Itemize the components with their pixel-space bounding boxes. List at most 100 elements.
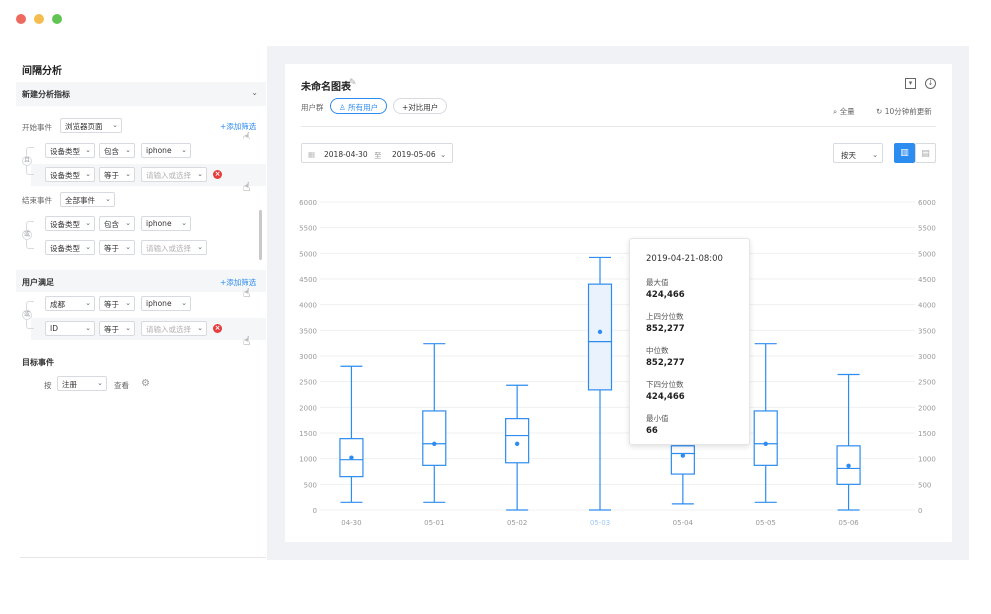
- user-cond-label: 用户满足: [22, 278, 54, 287]
- tooltip-label: 下四分位数: [646, 380, 684, 389]
- start-event-label: 开始事件: [22, 123, 52, 132]
- y-tick-label-left: 1500: [299, 430, 317, 438]
- end-event-label: 结束事件: [22, 196, 52, 205]
- user-add-filter-link[interactable]: +添加筛选: [220, 277, 256, 288]
- panel-scrollbar[interactable]: [259, 210, 262, 260]
- start-event-select[interactable]: 浏览器页面 ⌄: [60, 118, 122, 133]
- y-tick-label-left: 4500: [299, 276, 317, 284]
- y-tick-label-right: 2500: [918, 379, 936, 387]
- y-tick-label-left: 0: [313, 507, 317, 515]
- y-tick-label-right: 2000: [918, 404, 936, 412]
- minimize-dot[interactable]: [34, 14, 44, 24]
- x-tick-label: 05-02: [507, 519, 527, 527]
- start-add-filter-link[interactable]: +添加筛选: [220, 121, 256, 132]
- box-mean-dot: [514, 441, 520, 446]
- filter-value-input[interactable]: 请输入或选择 ⌄: [141, 167, 207, 182]
- y-tick-label-left: 1000: [299, 456, 317, 464]
- new-metric-label: 新建分析指标: [22, 90, 70, 99]
- maximize-dot[interactable]: [52, 14, 62, 24]
- chart-tooltip: 2019-04-21-08:00 最大值 424,466 上四分位数 852,2…: [629, 238, 750, 445]
- box-mean-dot: [597, 329, 603, 335]
- x-tick-label: 05-05: [756, 519, 776, 527]
- filter-op-select[interactable]: 等于 ⌄: [99, 167, 135, 182]
- target-event-select[interactable]: 注册 ⌄: [57, 376, 107, 391]
- y-tick-label-right: 1000: [918, 456, 936, 464]
- box-mean-dot: [846, 463, 851, 469]
- box-plot-chart: 0 0 500 500 1000 1000 1500 1500 2000 2000 2500 2500…: [299, 199, 936, 527]
- box-mean-dot: [349, 455, 354, 460]
- hand-cursor-icon: ☝: [243, 334, 251, 348]
- window-controls: [16, 14, 62, 24]
- x-tick-label: 05-04: [673, 519, 694, 527]
- y-tick-label-right: 3000: [918, 353, 936, 361]
- app-window: 间隔分析 新建分析指标 ⌄ 开始事件 浏览器页面 ⌄ +添加筛选 ☝ 且 设备类型…: [0, 0, 991, 614]
- filter-op-select[interactable]: 等于 ⌄: [99, 296, 135, 311]
- filter-value-input[interactable]: 请输入或选择 ⌄: [141, 321, 207, 336]
- filter-op-select[interactable]: 等于 ⌄: [99, 321, 135, 336]
- y-tick-label-left: 2500: [299, 379, 317, 387]
- tooltip-label: 最大值: [646, 278, 669, 287]
- gear-icon[interactable]: ⚙: [141, 378, 150, 389]
- view-label: 查看: [114, 381, 129, 390]
- new-metric-section[interactable]: 新建分析指标 ⌄: [16, 82, 266, 106]
- y-tick-label-right: 5500: [918, 225, 936, 233]
- tooltip-title: 2019-04-21-08:00: [646, 254, 723, 264]
- chart-card: 未命名图表 ✎ ▾ ↓ 用户群 ♙ 所有用户 +对比用户 ⌕ 全量 ↻ 10分钟…: [285, 64, 952, 542]
- x-tick-label: 04-30: [341, 519, 361, 527]
- target-event-label: 目标事件: [22, 358, 54, 367]
- filter-op-select[interactable]: 包含 ⌄: [99, 143, 135, 158]
- tooltip-label: 最小值: [646, 414, 669, 423]
- filter-prop-select[interactable]: 设备类型 ⌄: [45, 240, 95, 255]
- tooltip-value: 852,277: [646, 324, 685, 334]
- by-label: 按: [44, 381, 52, 390]
- y-tick-label-right: 5000: [918, 250, 936, 258]
- y-tick-label-right: 0: [918, 507, 922, 515]
- x-tick-label: 05-01: [424, 519, 444, 527]
- box-iqr: [505, 418, 530, 464]
- chevron-down-icon[interactable]: ⌄: [251, 88, 258, 97]
- or-badge[interactable]: 或: [22, 230, 32, 240]
- y-tick-label-left: 5500: [299, 225, 317, 233]
- tooltip-value: 424,466: [646, 392, 685, 402]
- y-tick-label-right: 6000: [918, 199, 936, 207]
- x-tick-label: 05-06: [838, 519, 859, 527]
- filter-prop-select[interactable]: ID ⌄: [45, 321, 95, 336]
- y-tick-label-left: 500: [304, 481, 317, 489]
- box-mean-dot: [680, 453, 686, 458]
- remove-filter-icon[interactable]: ×: [213, 170, 222, 179]
- hand-cursor-icon: ☝: [243, 180, 251, 194]
- or-badge[interactable]: 或: [22, 310, 32, 320]
- tooltip-label: 上四分位数: [646, 312, 684, 321]
- hand-cursor-icon: ☝: [243, 286, 251, 300]
- filter-value-select[interactable]: iphone ⌄: [141, 143, 191, 158]
- y-tick-label-left: 3500: [299, 327, 317, 335]
- y-tick-label-right: 1500: [918, 430, 936, 438]
- filter-prop-select[interactable]: 成都 ⌄: [45, 296, 95, 311]
- box-iqr: [587, 283, 613, 391]
- filter-value-input[interactable]: 请输入或选择 ⌄: [141, 240, 207, 255]
- remove-filter-icon[interactable]: ×: [213, 324, 222, 333]
- box-mean-dot: [763, 441, 768, 446]
- tooltip-label: 中位数: [646, 346, 669, 355]
- end-event-select[interactable]: 全部事件 ⌄: [60, 192, 115, 207]
- filter-prop-select[interactable]: 设备类型 ⌄: [45, 143, 95, 158]
- filter-prop-select[interactable]: 设备类型 ⌄: [45, 167, 95, 182]
- filter-value-select[interactable]: iphone ⌄: [141, 296, 191, 311]
- box-iqr: [422, 410, 447, 466]
- filter-value-select[interactable]: iphone ⌄: [141, 216, 191, 231]
- close-dot[interactable]: [16, 14, 26, 24]
- y-tick-label-left: 3000: [299, 353, 317, 361]
- y-tick-label-left: 6000: [299, 199, 317, 207]
- filter-op-select[interactable]: 包含 ⌄: [99, 216, 135, 231]
- box-iqr: [670, 445, 695, 475]
- y-tick-label-right: 3500: [918, 327, 936, 335]
- tooltip-value: 66: [646, 426, 658, 436]
- filter-op-select[interactable]: 等于 ⌄: [99, 240, 135, 255]
- filter-prop-select[interactable]: 设备类型 ⌄: [45, 216, 95, 231]
- y-tick-label-right: 4000: [918, 302, 936, 310]
- and-badge[interactable]: 且: [22, 156, 32, 166]
- y-tick-label-left: 5000: [299, 250, 317, 258]
- panel-title: 间隔分析: [22, 66, 62, 77]
- y-tick-label-left: 4000: [299, 302, 317, 310]
- y-tick-label-right: 4500: [918, 276, 936, 284]
